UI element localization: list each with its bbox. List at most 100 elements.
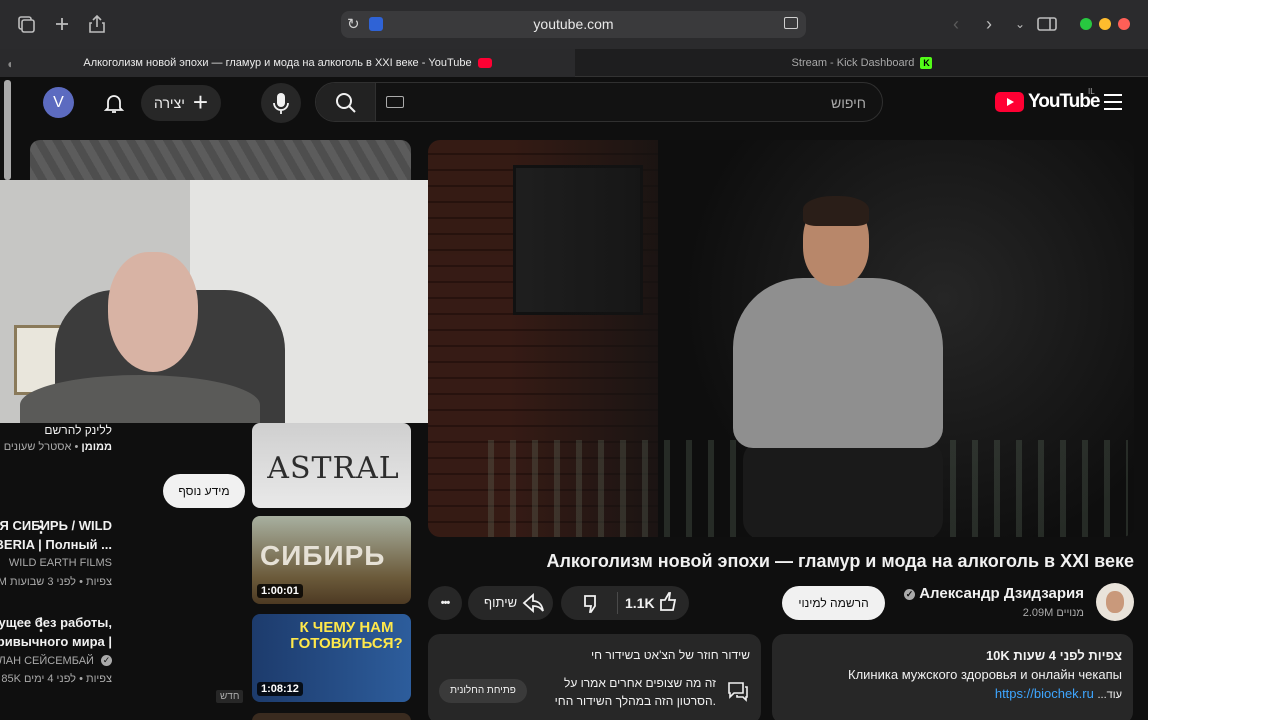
show-more-button[interactable]: ...עוד bbox=[1097, 689, 1122, 701]
recommendation-meta: 1.4M צפיות • לפני 3 שבועות bbox=[0, 576, 112, 588]
thumbs-down-icon bbox=[584, 595, 596, 613]
video-duration: 1:08:12 bbox=[257, 682, 303, 696]
more-actions-button[interactable]: ••• bbox=[428, 586, 462, 620]
video-presenter bbox=[733, 196, 943, 537]
back-icon[interactable]: ‹ bbox=[944, 12, 968, 36]
recommendation-thumbnail-siberia[interactable]: СИБИРЬ 1:00:01 bbox=[252, 516, 411, 604]
kick-favicon-icon: K bbox=[920, 57, 933, 70]
description-line: Клиника мужского здоровья и онлайн чекап… bbox=[848, 667, 1122, 682]
create-label: יצירה bbox=[154, 95, 185, 111]
description-box[interactable]: 10K צפיות לפני 4 שעות Клиника мужского з… bbox=[772, 634, 1133, 720]
notifications-bell-icon[interactable] bbox=[101, 90, 127, 116]
tab-speaker-icon[interactable]: ◖ bbox=[6, 57, 13, 71]
chat-replay-line2: הסרטון הזה במהלך השידור החי. bbox=[554, 694, 716, 708]
recommendation-title-line2[interactable]: ... езней и привычного мира | bbox=[0, 632, 112, 651]
share-label: שיתוף bbox=[484, 595, 518, 610]
reader-icon[interactable] bbox=[784, 17, 798, 29]
recommendation-title-line2[interactable]: SIBERIA | Полный ... bbox=[0, 535, 112, 554]
channel-name[interactable]: ✓ Александр Дзидзария bbox=[900, 585, 1084, 602]
youtube-play-icon bbox=[995, 92, 1024, 112]
window-maximize-button[interactable] bbox=[1080, 18, 1092, 30]
chat-replay-line1: זה מה שצופים אחרים אמרו על bbox=[563, 676, 716, 690]
ad-channel: ממומן • אסטרל שעונים bbox=[4, 441, 112, 453]
presenter-pants bbox=[743, 440, 943, 537]
plus-icon: + bbox=[192, 87, 208, 117]
description-link[interactable]: https://biochek.ru bbox=[995, 686, 1094, 701]
dislike-button[interactable] bbox=[569, 586, 613, 620]
thumbnail-text: СИБИРЬ bbox=[260, 540, 386, 571]
scrollbar[interactable] bbox=[4, 80, 11, 180]
chat-bubbles-icon bbox=[726, 680, 750, 702]
recommendation-channel[interactable]: WILD EARTH FILMS bbox=[9, 557, 112, 569]
tab-kick-label: Stream - Kick Dashboard bbox=[791, 57, 915, 69]
like-count[interactable]: 1.1K bbox=[625, 586, 655, 620]
presenter-hair bbox=[803, 196, 869, 226]
thumbnail-text: К ЧЕМУ НАМ ГОТОВИТЬСЯ? bbox=[290, 619, 403, 652]
live-chat-replay: שידור חוזר של הצ'אט בשידור חי זה מה שצופ… bbox=[428, 634, 761, 720]
search-bar[interactable]: חיפוש bbox=[315, 82, 883, 122]
browser-window: ↻ youtube.com ‹ › ⌄ Алкоголизм новой эпо… bbox=[0, 0, 1148, 720]
channel-avatar-face bbox=[1106, 591, 1124, 613]
share-arrow-icon bbox=[520, 586, 546, 620]
recommendation-meta: 85K צפיות • לפני 4 ימים bbox=[1, 673, 112, 685]
thumbnail-text: ASTRAL bbox=[267, 451, 400, 486]
presenter-sweater bbox=[733, 278, 943, 448]
browser-toolbar: ↻ youtube.com ‹ › ⌄ bbox=[0, 0, 1148, 49]
webcam-overlay bbox=[0, 180, 432, 423]
recommendation-title-line1[interactable]: ДИКАЯ СИБИРЬ / WILD bbox=[0, 516, 112, 535]
forward-icon[interactable]: › bbox=[977, 12, 1001, 36]
verified-icon: ✓ bbox=[904, 589, 916, 600]
youtube-favicon-icon bbox=[477, 58, 492, 69]
tab-youtube[interactable]: Алкоголизм новой эпохи — гламур и мода н… bbox=[0, 49, 575, 77]
view-stats: 10K צפיות לפני 4 שעות bbox=[985, 648, 1122, 663]
more-info-button[interactable]: מידע נוסף bbox=[163, 474, 245, 508]
subscribe-button[interactable]: הרשמה למינוי bbox=[782, 586, 885, 620]
create-button[interactable]: יצירה + bbox=[141, 85, 221, 121]
search-button[interactable] bbox=[316, 83, 376, 121]
tab-youtube-label: Алкоголизм новой эпохи — гламур и мода н… bbox=[83, 57, 472, 69]
address-bar[interactable]: ↻ youtube.com bbox=[341, 11, 806, 38]
url-text: youtube.com bbox=[533, 16, 614, 32]
voice-search-button[interactable] bbox=[261, 83, 301, 123]
open-chat-button[interactable]: פתיחת החלונית bbox=[439, 679, 527, 703]
new-badge: חדש bbox=[216, 690, 244, 703]
hamburger-menu-icon[interactable] bbox=[1104, 93, 1124, 111]
mic-icon bbox=[273, 93, 289, 114]
window-minimize-button[interactable] bbox=[1099, 18, 1111, 30]
recommendation-channel[interactable]: МАРГУЛАН СЕЙСЕМБАЙ ✓ bbox=[0, 655, 112, 667]
keyboard-icon[interactable] bbox=[386, 96, 404, 108]
account-avatar[interactable]: V bbox=[43, 87, 74, 118]
channel-name-text: Александр Дзидзария bbox=[919, 585, 1084, 602]
like-button[interactable] bbox=[655, 586, 683, 620]
ad-advertiser: • אסטרל שעונים bbox=[3, 441, 79, 453]
webcam-person-head bbox=[108, 252, 198, 372]
channel-avatar[interactable] bbox=[1096, 583, 1134, 621]
youtube-header: V יצירה + חיפוש YouTube IL bbox=[0, 77, 1148, 129]
new-tab-icon[interactable] bbox=[50, 12, 74, 36]
ad-line: ללינק להרשם bbox=[44, 423, 112, 437]
logo-region: IL bbox=[1088, 87, 1095, 96]
tab-bar: Алкоголизм новой эпохи — гламур и мода н… bbox=[0, 49, 1148, 77]
like-divider bbox=[617, 592, 618, 614]
chevron-down-icon[interactable]: ⌄ bbox=[1008, 12, 1032, 36]
window-close-button[interactable] bbox=[1118, 18, 1130, 30]
share-icon[interactable] bbox=[85, 12, 109, 36]
recommendation-thumbnail-astral[interactable]: ASTRAL bbox=[252, 423, 411, 508]
subscriber-count: 2.09M מנויים bbox=[1022, 607, 1084, 619]
sidebar-tabs-icon[interactable] bbox=[14, 12, 38, 36]
verified-icon: ✓ bbox=[101, 655, 112, 666]
video-player[interactable] bbox=[428, 140, 1134, 537]
search-icon bbox=[336, 93, 356, 113]
search-input[interactable]: חיפוש bbox=[831, 83, 866, 121]
sidebar-toggle-icon[interactable] bbox=[1035, 12, 1059, 36]
recommendation-thumbnail-next[interactable] bbox=[252, 713, 411, 720]
screen: ↻ youtube.com ‹ › ⌄ Алкоголизм новой эпо… bbox=[0, 0, 1280, 720]
recommendation-thumbnail-future[interactable]: К ЧЕМУ НАМ ГОТОВИТЬСЯ? 1:08:12 bbox=[252, 614, 411, 702]
like-dislike-group: 1.1K bbox=[561, 586, 689, 620]
recommendation-title-line1[interactable]: Будущее без работы, bbox=[0, 613, 112, 632]
video-duration: 1:00:01 bbox=[257, 584, 303, 598]
ad-banner-thumbnail[interactable] bbox=[30, 140, 411, 182]
chat-replay-title: שידור חוזר של הצ'אט בשידור חי bbox=[591, 648, 750, 662]
tab-kick[interactable]: Stream - Kick Dashboard K bbox=[576, 49, 1148, 77]
share-button[interactable]: שיתוף bbox=[468, 586, 553, 620]
